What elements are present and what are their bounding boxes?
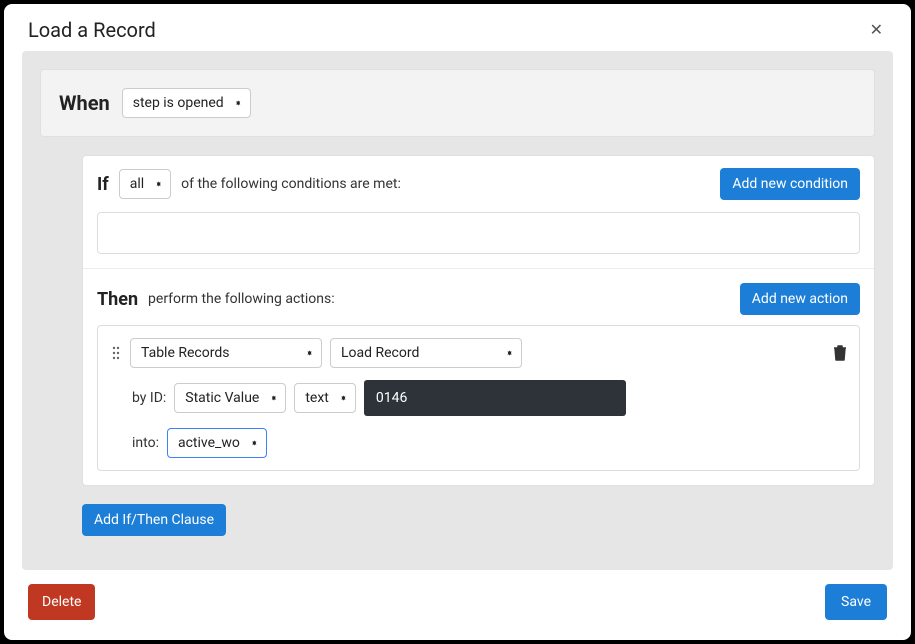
- then-label: Then: [97, 289, 138, 310]
- chevron-updown-icon: [270, 398, 277, 399]
- modal-title: Load a Record: [28, 18, 156, 42]
- add-if-then-clause-button[interactable]: Add If/Then Clause: [82, 504, 226, 536]
- action-type-select[interactable]: Load Record: [330, 338, 522, 368]
- then-row: Then perform the following actions: Add …: [83, 268, 874, 325]
- chevron-updown-icon: [251, 443, 258, 444]
- close-icon[interactable]: ✕: [866, 16, 887, 43]
- chevron-updown-icon: [235, 103, 242, 104]
- trash-icon[interactable]: [833, 345, 847, 361]
- save-button[interactable]: Save: [825, 584, 887, 620]
- modal-body: When step is opened If all of the follow…: [22, 51, 893, 570]
- into-row: into: active_wo: [132, 428, 847, 458]
- add-clause-row: Add If/Then Clause: [82, 504, 875, 536]
- if-text: of the following conditions are met:: [181, 176, 710, 192]
- by-id-row: by ID: Static Value text: [132, 380, 847, 416]
- id-source-select[interactable]: Static Value: [174, 383, 286, 413]
- action-item: Table Records Load Record by ID:: [97, 325, 860, 471]
- conditions-container: [97, 212, 860, 254]
- modal-header: Load a Record ✕: [4, 4, 911, 51]
- load-record-modal: Load a Record ✕ When step is opened If a…: [4, 4, 911, 640]
- then-text: perform the following actions:: [148, 291, 730, 307]
- id-source-value: Static Value: [185, 390, 259, 406]
- if-row: If all of the following conditions are m…: [83, 156, 874, 212]
- by-id-label: by ID:: [132, 390, 166, 406]
- action-category-select[interactable]: Table Records: [130, 338, 322, 368]
- chevron-updown-icon: [306, 353, 313, 354]
- action-type-value: Load Record: [341, 345, 419, 361]
- into-target-value: active_wo: [178, 435, 240, 451]
- chevron-updown-icon: [155, 184, 162, 185]
- add-action-button[interactable]: Add new action: [740, 283, 860, 315]
- when-trigger-select[interactable]: step is opened: [122, 88, 251, 118]
- when-panel: When step is opened: [40, 69, 875, 137]
- if-quantifier-value: all: [130, 176, 144, 192]
- modal-footer: Delete Save: [4, 570, 911, 640]
- if-label: If: [97, 174, 109, 195]
- if-quantifier-select[interactable]: all: [119, 169, 171, 199]
- id-datatype-select[interactable]: text: [294, 383, 356, 413]
- id-datatype-value: text: [305, 390, 329, 406]
- chevron-updown-icon: [506, 353, 513, 354]
- add-condition-button[interactable]: Add new condition: [720, 168, 860, 200]
- delete-button[interactable]: Delete: [28, 584, 95, 620]
- action-category-value: Table Records: [141, 345, 229, 361]
- id-value-input[interactable]: [364, 380, 626, 416]
- when-label: When: [59, 91, 110, 115]
- chevron-updown-icon: [340, 398, 347, 399]
- if-then-clause: If all of the following conditions are m…: [82, 155, 875, 486]
- action-params: by ID: Static Value text into:: [110, 380, 847, 458]
- when-trigger-value: step is opened: [133, 95, 224, 111]
- drag-handle-icon[interactable]: [110, 346, 122, 360]
- into-target-select[interactable]: active_wo: [167, 428, 267, 458]
- action-top-row: Table Records Load Record: [110, 338, 847, 368]
- into-label: into:: [132, 435, 159, 451]
